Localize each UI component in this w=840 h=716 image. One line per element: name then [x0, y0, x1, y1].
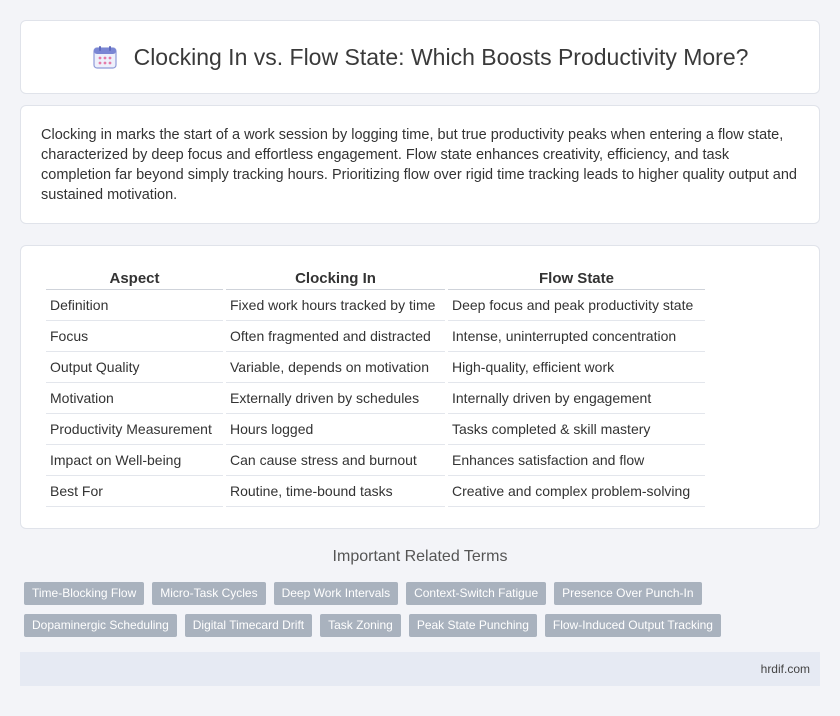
related-tags-row: Time-Blocking Flow Micro-Task Cycles Dee…	[24, 582, 824, 605]
table-row: Motivation Externally driven by schedule…	[46, 383, 705, 414]
table-cell: Fixed work hours tracked by time	[226, 290, 445, 321]
table-cell: Best For	[46, 476, 223, 507]
header-flow-state: Flow State	[448, 266, 705, 290]
footer: hrdif.com	[20, 652, 820, 686]
table-cell: Definition	[46, 290, 223, 321]
table-cell: Routine, time-bound tasks	[226, 476, 445, 507]
title-wrap: Clocking In vs. Flow State: Which Boosts…	[92, 43, 749, 71]
related-tag[interactable]: Digital Timecard Drift	[184, 614, 313, 637]
table-row: Focus Often fragmented and distracted In…	[46, 321, 705, 352]
table-cell: Productivity Measurement	[46, 414, 223, 445]
table-row: Productivity Measurement Hours logged Ta…	[46, 414, 705, 445]
table-cell: Intense, uninterrupted concentration	[448, 321, 705, 352]
table-cell: Internally driven by engagement	[448, 383, 705, 414]
comparison-table: Aspect Clocking In Flow State Definition…	[43, 266, 708, 507]
related-tag[interactable]: Flow-Induced Output Tracking	[544, 614, 721, 637]
table-cell: Output Quality	[46, 352, 223, 383]
table-cell: Deep focus and peak productivity state	[448, 290, 705, 321]
table-row: Definition Fixed work hours tracked by t…	[46, 290, 705, 321]
header-card: Clocking In vs. Flow State: Which Boosts…	[20, 20, 820, 94]
table-cell: Impact on Well-being	[46, 445, 223, 476]
related-terms-heading: Important Related Terms	[332, 548, 508, 565]
table-cell: Externally driven by schedules	[226, 383, 445, 414]
table-cell: Motivation	[46, 383, 223, 414]
comparison-card: Aspect Clocking In Flow State Definition…	[20, 245, 820, 529]
table-cell: Enhances satisfaction and flow	[448, 445, 705, 476]
related-tag[interactable]: Dopaminergic Scheduling	[24, 614, 177, 637]
related-tag[interactable]: Deep Work Intervals	[273, 582, 399, 605]
table-cell: Can cause stress and burnout	[226, 445, 445, 476]
table-cell: Tasks completed & skill mastery	[448, 414, 705, 445]
calendar-icon	[92, 44, 118, 70]
related-tags-row: Dopaminergic Scheduling Digital Timecard…	[24, 614, 824, 637]
table-cell: High-quality, efficient work	[448, 352, 705, 383]
header-clocking-in: Clocking In	[226, 266, 445, 290]
related-tag[interactable]: Time-Blocking Flow	[24, 582, 145, 605]
table-cell: Hours logged	[226, 414, 445, 445]
related-tag[interactable]: Presence Over Punch-In	[554, 582, 702, 605]
page-title: Clocking In vs. Flow State: Which Boosts…	[133, 43, 749, 70]
table-header-row: Aspect Clocking In Flow State	[46, 266, 705, 290]
table-row: Best For Routine, time-bound tasks Creat…	[46, 476, 705, 507]
table-row: Impact on Well-being Can cause stress an…	[46, 445, 705, 476]
related-tag[interactable]: Task Zoning	[320, 614, 401, 637]
table-cell: Variable, depends on motivation	[226, 352, 445, 383]
footer-site-link[interactable]: hrdif.com	[761, 662, 810, 676]
table-cell: Focus	[46, 321, 223, 352]
summary-card: Clocking in marks the start of a work se…	[20, 105, 820, 224]
header-aspect: Aspect	[46, 266, 223, 290]
table-cell: Often fragmented and distracted	[226, 321, 445, 352]
table-cell: Creative and complex problem-solving	[448, 476, 705, 507]
related-tag[interactable]: Micro-Task Cycles	[152, 582, 266, 605]
table-row: Output Quality Variable, depends on moti…	[46, 352, 705, 383]
summary-text: Clocking in marks the start of a work se…	[41, 127, 797, 203]
related-tag[interactable]: Peak State Punching	[408, 614, 537, 637]
related-tag[interactable]: Context-Switch Fatigue	[406, 582, 547, 605]
